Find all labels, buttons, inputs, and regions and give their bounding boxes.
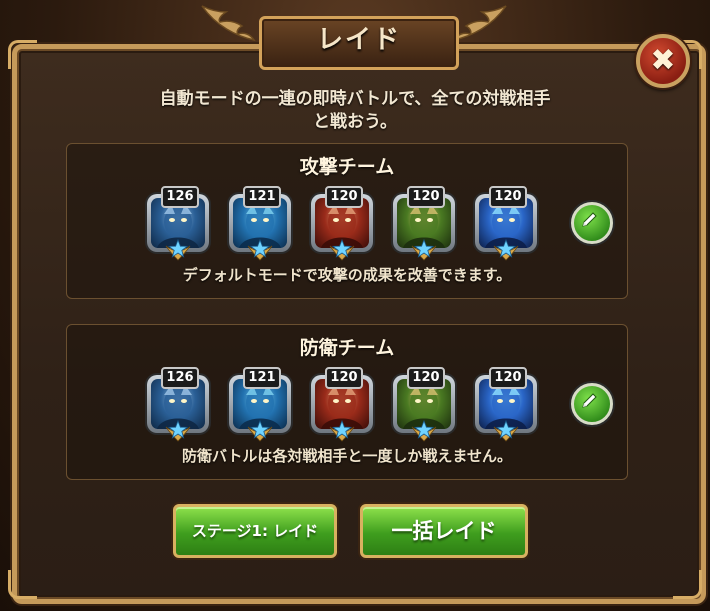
hero-level-badge: 120 xyxy=(325,367,363,389)
attack-team-note: デフォルトモードで攻撃の成果を改善できます。 xyxy=(182,266,512,284)
star-badge-icon xyxy=(247,419,273,443)
corner-ornament xyxy=(673,570,702,599)
raid-dialog-scene: レイド ✖ 自動モードの一連の即時バトルで、全ての対戦相手 と戦おう。 攻撃チー… xyxy=(0,0,710,611)
hero-slot[interactable]: 120 xyxy=(471,367,541,443)
raid-description: 自動モードの一連の即時バトルで、全ての対戦相手 と戦おう。 xyxy=(40,88,670,134)
edit-attack-team-button[interactable] xyxy=(571,202,613,244)
hero-level-badge: 120 xyxy=(489,186,527,208)
defense-team-title: 防衛チーム xyxy=(299,337,395,359)
hero-slot[interactable]: 120 xyxy=(471,186,541,262)
hero-slot[interactable]: 120 xyxy=(307,367,377,443)
star-badge-icon xyxy=(165,419,191,443)
description-line-1: 自動モードの一連の即時バトルで、全ての対戦相手 xyxy=(159,89,551,109)
hero-slot[interactable]: 121 xyxy=(225,367,295,443)
close-icon: ✖ xyxy=(650,43,676,78)
hero-level-badge: 120 xyxy=(489,367,527,389)
hero-slot[interactable]: 121 xyxy=(225,186,295,262)
description-line-2: と戦おう。 xyxy=(313,112,397,132)
hero-slot[interactable]: 120 xyxy=(307,186,377,262)
hero-level-badge: 121 xyxy=(243,186,281,208)
attack-team-panel: 攻撃チーム 126 121 120 120 120 デフォルトモードで攻撃の成果を改善で… xyxy=(66,143,628,299)
hero-level-badge: 121 xyxy=(243,367,281,389)
hero-level-badge: 126 xyxy=(161,367,199,389)
pencil-icon xyxy=(582,393,597,408)
star-badge-icon xyxy=(493,238,519,262)
star-badge-icon xyxy=(493,419,519,443)
hero-level-badge: 120 xyxy=(407,367,445,389)
pencil-icon xyxy=(582,212,597,227)
hero-level-badge: 126 xyxy=(161,186,199,208)
hero-level-badge: 120 xyxy=(325,186,363,208)
star-badge-icon xyxy=(329,419,355,443)
corner-ornament xyxy=(8,40,37,69)
hero-level-badge: 120 xyxy=(407,186,445,208)
star-badge-icon xyxy=(165,238,191,262)
defense-team-panel: 防衛チーム 126 121 120 120 120 防衛バトルは各対戦相手と一度しか戦え… xyxy=(66,324,628,480)
star-badge-icon xyxy=(247,238,273,262)
bulk-raid-button[interactable]: 一括レイド xyxy=(360,504,528,558)
corner-ornament xyxy=(8,570,37,599)
title-plate: レイド xyxy=(245,12,467,70)
hero-slot[interactable]: 120 xyxy=(389,186,459,262)
close-button[interactable]: ✖ xyxy=(636,34,690,88)
dialog-title: レイド xyxy=(316,25,401,55)
hero-slot[interactable]: 120 xyxy=(389,367,459,443)
attack-team-title: 攻撃チーム xyxy=(299,156,395,178)
defense-team-note: 防衛バトルは各対戦相手と一度しか戦えません。 xyxy=(181,447,512,465)
stage-raid-button[interactable]: ステージ1: レイド xyxy=(173,504,337,558)
star-badge-icon xyxy=(329,238,355,262)
hero-slot[interactable]: 126 xyxy=(143,367,213,443)
edit-defense-team-button[interactable] xyxy=(571,383,613,425)
star-badge-icon xyxy=(411,238,437,262)
hero-slot[interactable]: 126 xyxy=(143,186,213,262)
star-badge-icon xyxy=(411,419,437,443)
